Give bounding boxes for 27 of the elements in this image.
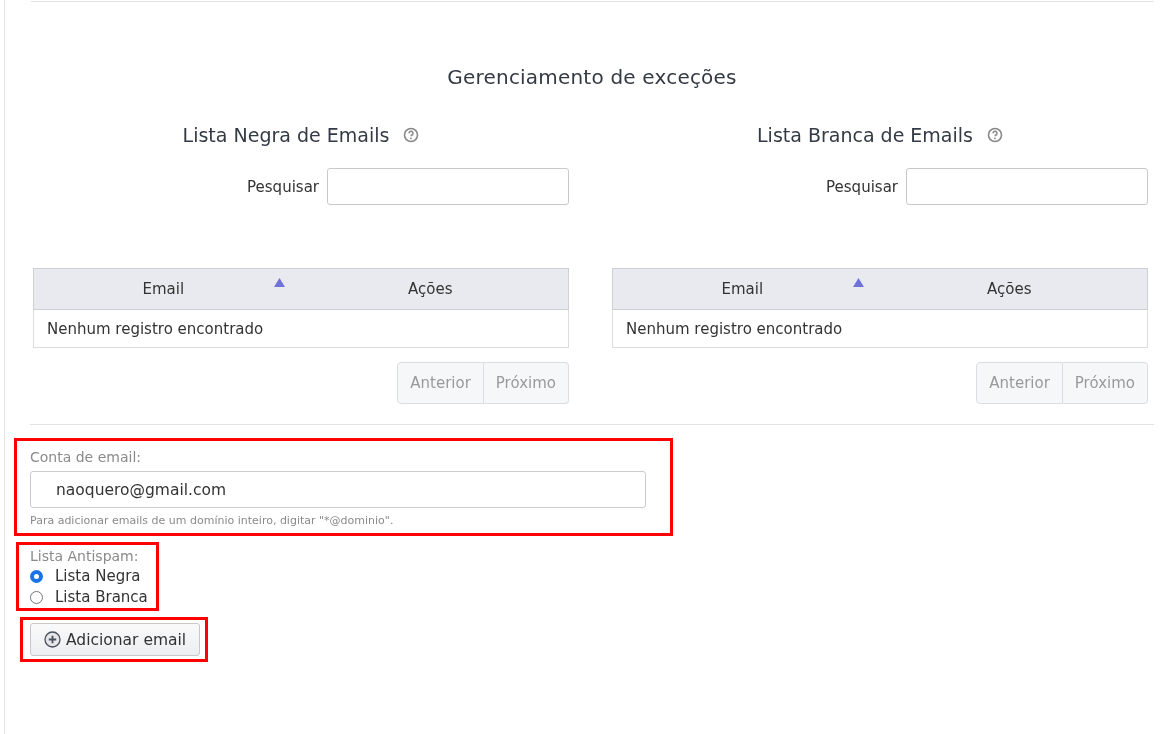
plus-circle-icon: [44, 631, 61, 648]
search-label: Pesquisar: [247, 177, 319, 196]
sort-up-icon: [273, 278, 285, 287]
column-header[interactable]: Ações: [292, 268, 569, 310]
help-text: Para adicionar emails de um domínio inteiro, digitar "*@dominio".: [30, 514, 395, 527]
sort-up-icon: [852, 278, 864, 287]
search-label: Pesquisar: [826, 177, 898, 196]
column-header[interactable]: Ações: [871, 268, 1148, 310]
field-label: Lista Antispam:: [30, 548, 140, 564]
radio-button[interactable]: [30, 569, 43, 583]
page-title: Gerenciamento de exceções: [446, 65, 738, 89]
list-heading: Lista Negra de Emails: [182, 124, 390, 146]
empty-table-message: Nenhum registro encontrado: [33, 309, 569, 348]
empty-table-message: Nenhum registro encontrado: [612, 309, 1148, 348]
radio-label[interactable]: Lista Negra: [55, 567, 141, 585]
search-field[interactable]: [906, 168, 1148, 205]
radio-button[interactable]: [30, 590, 43, 604]
list-heading: Lista Branca de Emails: [757, 124, 973, 146]
search-field[interactable]: [327, 168, 569, 205]
help-icon[interactable]: [403, 127, 420, 143]
email-input-field[interactable]: naoquero@gmail.com: [30, 471, 646, 508]
radio-label[interactable]: Lista Branca: [55, 588, 148, 606]
add-email-button[interactable]: Adicionar email: [30, 623, 201, 656]
field-label: Conta de email:: [30, 449, 142, 465]
column-header[interactable]: Email: [33, 268, 293, 310]
column-header[interactable]: Email: [612, 268, 872, 310]
help-icon[interactable]: [987, 127, 1003, 143]
